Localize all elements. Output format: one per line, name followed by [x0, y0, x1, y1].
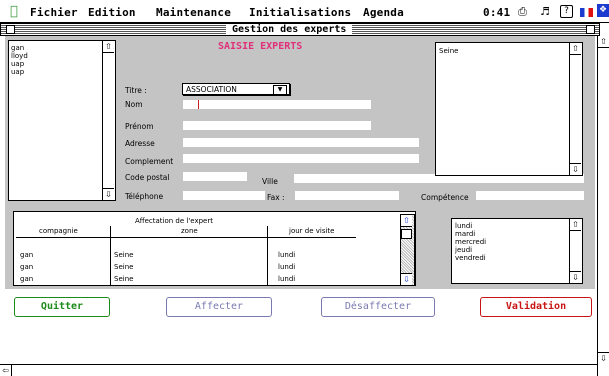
window-vertical-scrollbar[interactable]: ⇧ ⇩ [597, 36, 609, 376]
list-item[interactable]: vendredi [455, 254, 486, 262]
chevron-down-icon[interactable]: ▼ [273, 85, 287, 95]
window-horizontal-scrollbar[interactable]: ⇦ [0, 364, 597, 376]
form-panel: gan lloyd uap uap ⇧ ⇩ SAISIE EXPERTS Tit… [5, 36, 595, 289]
cell-jour: lundi [278, 251, 296, 259]
affectation-title: Affectation de l'expert [135, 217, 213, 225]
french-flag-icon[interactable] [580, 8, 593, 17]
column-header-zone: zone [181, 227, 198, 235]
scroll-up-arrow-icon[interactable]: ⇧ [570, 43, 581, 55]
cell-jour: lundi [278, 275, 296, 283]
menu-edition[interactable]: Edition [88, 6, 136, 19]
telephone-label: Téléphone [125, 192, 164, 201]
scroll-down-arrow-icon[interactable]: ⇩ [401, 273, 412, 285]
scroll-down-arrow-icon[interactable]: ⇩ [103, 188, 114, 200]
cell-compagnie: gan [20, 275, 34, 283]
fax-field[interactable] [295, 191, 399, 200]
adresse-field[interactable] [183, 138, 419, 147]
list-item[interactable]: mardi [455, 230, 475, 238]
column-header-jour: jour de visite [289, 227, 335, 235]
scroll-up-arrow-icon[interactable]: ⇧ [401, 215, 412, 227]
experts-list-scrollbar[interactable]: ⇧ ⇩ [102, 41, 115, 200]
menu-fichier[interactable]: Fichier [30, 6, 78, 19]
scroll-left-arrow-icon[interactable]: ⇦ [0, 365, 12, 376]
telephone-field[interactable] [183, 191, 265, 200]
close-box-icon[interactable] [6, 25, 15, 34]
prenom-label: Prénom [125, 122, 154, 131]
list-item[interactable]: jeudi [455, 246, 472, 254]
complement-label: Complement [125, 157, 174, 166]
window-title-bar[interactable]: Gestion des experts [0, 23, 600, 36]
titre-select-value: ASSOCIATION [186, 85, 237, 94]
cell-zone: Seine [114, 275, 134, 283]
days-list-scrollbar[interactable]: ⇧ ⇩ [569, 219, 582, 283]
menu-initialisations[interactable]: Initialisations [249, 6, 351, 19]
code-postal-field[interactable] [183, 172, 247, 181]
nom-field[interactable] [183, 100, 371, 109]
column-header-compagnie: compagnie [39, 227, 78, 235]
affectation-table[interactable]: Affectation de l'expert compagnie zone j… [13, 211, 416, 286]
competence-label: Compétence [421, 193, 469, 202]
titre-select[interactable]: ASSOCIATION ▼ [182, 83, 290, 95]
nom-label: Nom [125, 100, 143, 109]
column-divider [110, 226, 111, 285]
column-divider [267, 226, 268, 285]
zone-list[interactable]: Seine ⇧ ⇩ [435, 42, 583, 176]
scroll-down-arrow-icon[interactable]: ⇩ [570, 163, 581, 175]
complement-field[interactable] [183, 154, 419, 163]
ville-label: Ville [262, 177, 278, 186]
menu-bar:  Fichier Edition Maintenance Initialisa… [0, 0, 609, 23]
code-postal-label: Code postal [125, 173, 170, 182]
menu-maintenance[interactable]: Maintenance [156, 6, 231, 19]
table-header-divider [16, 237, 356, 238]
fax-label: Fax : [267, 193, 285, 202]
menu-clock: 0:41 [483, 6, 511, 19]
printer-icon[interactable]: ⎙ [518, 5, 527, 19]
cell-jour: lundi [278, 263, 296, 271]
list-item[interactable]: gan [11, 44, 24, 52]
scroll-thumb[interactable] [401, 229, 412, 239]
zoom-box-icon[interactable] [586, 25, 595, 34]
days-list[interactable]: lundi mardi mercredi jeudi vendredi ⇧ ⇩ [451, 218, 583, 284]
menu-agenda[interactable]: Agenda [363, 6, 404, 19]
scroll-down-arrow-icon[interactable]: ⇩ [598, 352, 609, 364]
list-item[interactable]: uap [11, 60, 24, 68]
sound-icon[interactable]: ♬ [540, 5, 550, 18]
list-item[interactable]: uap [11, 68, 24, 76]
table-scrollbar[interactable]: ⇧ ⇩ [400, 214, 415, 286]
cell-zone: Seine [114, 251, 134, 259]
scroll-down-arrow-icon[interactable]: ⇩ [570, 271, 581, 283]
competence-field[interactable] [476, 191, 584, 200]
list-item[interactable]: Seine [439, 47, 458, 55]
list-item[interactable]: mercredi [455, 238, 486, 246]
scroll-up-arrow-icon[interactable]: ⇧ [598, 36, 609, 48]
application-menu-icon[interactable]: ❖ [597, 4, 609, 17]
scroll-up-arrow-icon[interactable]: ⇧ [570, 219, 581, 231]
titre-label: Titre : [125, 86, 147, 95]
help-icon[interactable]: ? [560, 5, 573, 18]
validation-button[interactable]: Validation [480, 297, 592, 317]
apple-menu-icon[interactable]:  [10, 4, 18, 19]
adresse-label: Adresse [125, 139, 155, 148]
desaffecter-button[interactable]: Désaffecter [321, 297, 435, 317]
text-cursor [198, 100, 199, 109]
scroll-up-arrow-icon[interactable]: ⇧ [103, 41, 114, 53]
cell-zone: Seine [114, 263, 134, 271]
prenom-field[interactable] [183, 121, 371, 130]
page-title: SAISIE EXPERTS [218, 41, 303, 52]
list-item[interactable]: lundi [455, 222, 472, 230]
window-title: Gestion des experts [226, 24, 353, 35]
quitter-button[interactable]: Quitter [14, 297, 110, 317]
experts-list[interactable]: gan lloyd uap uap ⇧ ⇩ [8, 40, 116, 201]
list-item[interactable]: lloyd [11, 52, 28, 60]
cell-compagnie: gan [20, 251, 34, 259]
zone-list-scrollbar[interactable]: ⇧ ⇩ [569, 43, 582, 175]
affecter-button[interactable]: Affecter [166, 297, 272, 317]
cell-compagnie: gan [20, 263, 34, 271]
